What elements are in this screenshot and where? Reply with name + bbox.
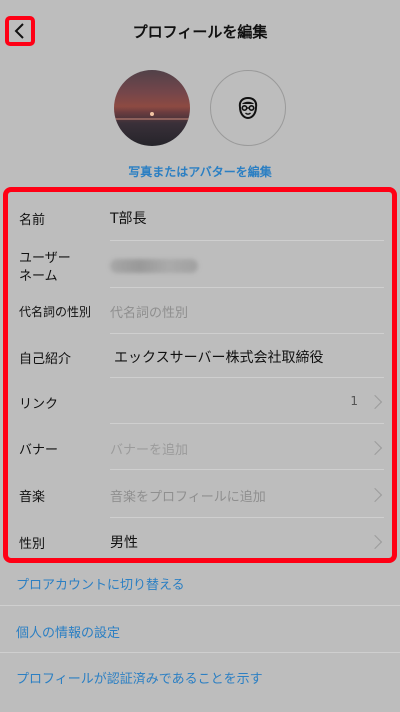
chevron-right-icon	[367, 534, 383, 550]
music-label: 音楽	[19, 490, 46, 505]
music-row[interactable]: 音楽 音楽をプロフィールに追加	[8, 470, 392, 518]
profile-photo[interactable]	[114, 70, 190, 146]
pronouns-label: 代名詞の性別	[19, 305, 92, 319]
banner-input[interactable]: バナーを追加	[110, 439, 188, 458]
chevron-right-icon	[367, 487, 383, 503]
username-label-line2: ネーム	[19, 269, 58, 284]
chevron-right-icon	[367, 394, 383, 410]
username-label-line1: ユーザー	[19, 251, 71, 266]
bio-label: 自己紹介	[19, 352, 72, 367]
avatar-option[interactable]	[210, 70, 286, 146]
page-title: プロフィールを編集	[132, 23, 268, 41]
name-label: 名前	[19, 213, 46, 228]
divider	[0, 605, 400, 606]
links-row[interactable]: リンク 1	[8, 378, 392, 424]
gender-value[interactable]: 男性	[110, 532, 138, 552]
name-value[interactable]: T部長	[110, 208, 147, 228]
gender-row[interactable]: 性別 男性	[8, 518, 392, 558]
links-count: 1	[350, 394, 358, 408]
bio-row[interactable]: 自己紹介 エックスサーバー株式会社取締役	[8, 334, 392, 378]
edit-photo-link[interactable]: 写真またはアバターを編集	[0, 163, 400, 180]
music-input[interactable]: 音楽をプロフィールに追加	[110, 486, 266, 505]
links-label: リンク	[19, 397, 59, 412]
pronouns-row[interactable]: 代名詞の性別 代名詞の性別	[8, 288, 392, 334]
banner-label: バナー	[19, 443, 59, 458]
avatar-face-icon	[238, 96, 258, 120]
header: プロフィールを編集	[0, 0, 400, 62]
pronouns-input[interactable]: 代名詞の性別	[110, 302, 188, 321]
username-row[interactable]: ユーザー ネーム	[8, 241, 392, 288]
username-value-blurred[interactable]	[110, 259, 198, 273]
personal-info-settings-link[interactable]: 個人の情報の設定	[16, 622, 120, 641]
profile-form: 名前 T部長 ユーザー ネーム 代名詞の性別 代名詞の性別 自己紹介 エックスサ…	[3, 187, 397, 563]
photo-horizon	[114, 118, 190, 120]
banner-row[interactable]: バナー バナーを追加	[8, 424, 392, 470]
bio-value[interactable]: エックスサーバー株式会社取締役	[114, 347, 323, 367]
gender-label: 性別	[19, 537, 46, 552]
photo-sun	[150, 112, 154, 116]
divider	[0, 652, 400, 653]
verified-profile-link[interactable]: プロフィールが認証済みであることを示す	[16, 668, 263, 687]
name-row[interactable]: 名前 T部長	[8, 196, 392, 241]
switch-pro-account-link[interactable]: プロアカウントに切り替える	[16, 574, 185, 593]
chevron-right-icon	[367, 440, 383, 456]
